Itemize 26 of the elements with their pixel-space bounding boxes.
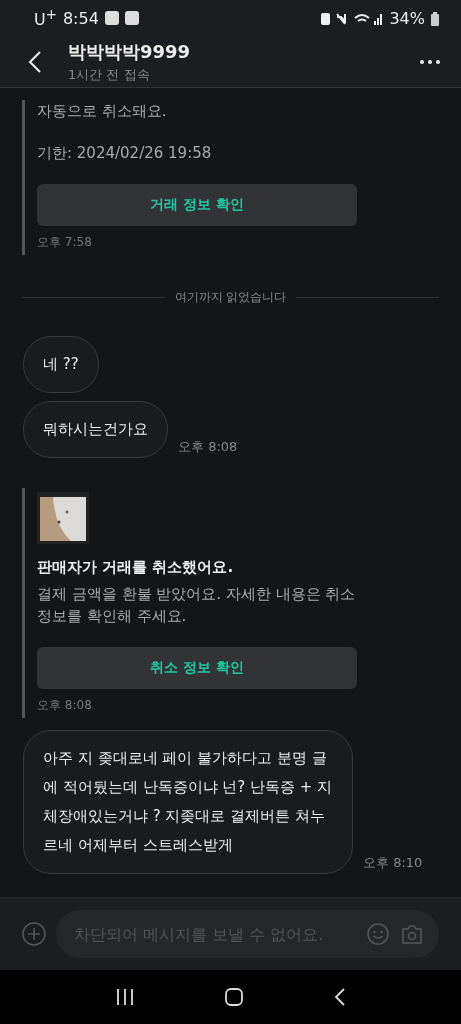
signal-icon <box>321 11 384 26</box>
last-seen: 1시간 전 접속 <box>68 66 151 84</box>
status-time: 8:54 <box>62 9 99 28</box>
card-title: 판매자가 거래를 취소했어요. <box>37 558 235 577</box>
card-text: 자동으로 취소돼요. <box>37 101 168 122</box>
chat-title: 박박박박9999 <box>68 40 192 64</box>
message-time: 오후 8:10 <box>363 854 423 872</box>
message-bubble: 네 ?? <box>23 336 99 393</box>
message-time: 오후 7:58 <box>37 234 93 251</box>
battery-level: 34% <box>389 9 425 28</box>
card-action-button[interactable]: 거래 정보 확인 <box>37 184 357 226</box>
message-bubble: 뭐하시는건가요 <box>23 401 168 458</box>
more-icon[interactable] <box>419 59 441 65</box>
battery-icon <box>431 11 439 26</box>
message-time: 오후 8:08 <box>37 697 93 714</box>
card-text: 기한: 2024/02/26 19:58 <box>37 143 213 164</box>
back-icon[interactable] <box>333 988 346 1006</box>
read-marker: 여기까지 읽었습니다 <box>174 289 287 306</box>
message-bubble: 아주 지 좆대로네 페이 불가하다고 분명 글에 적어뒀는데 난독증이냐 넌? 난독증 + 지체장애있는거냐 ? 지좆대로 결제버튼 쳐누르네 어제부터 스트레스받게 <box>23 730 353 874</box>
recent-apps-icon[interactable] <box>115 988 134 1006</box>
message-time: 오후 8:08 <box>178 438 238 456</box>
card-text: 결제 금액을 환불 받았어요. 자세한 내용은 취소 정보를 확인해 주세요. <box>37 584 357 627</box>
home-icon[interactable] <box>224 988 243 1006</box>
back-icon[interactable] <box>28 50 42 74</box>
card-action-button[interactable]: 취소 정보 확인 <box>37 647 357 689</box>
carrier-label: U$^{+}$ <box>34 7 57 30</box>
